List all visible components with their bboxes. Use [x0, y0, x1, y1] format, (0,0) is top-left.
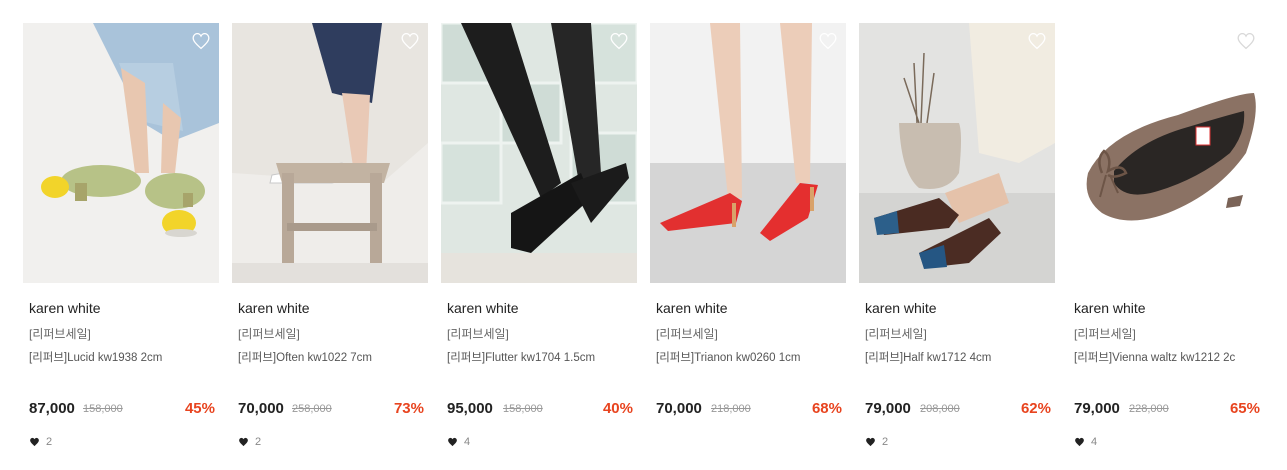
sale-price: 70,000: [238, 400, 284, 417]
brand-name[interactable]: karen white: [656, 300, 728, 316]
like-count-value: 2: [46, 436, 53, 448]
product-name[interactable]: [리퍼브]Often kw1022 7cm: [238, 349, 426, 365]
original-price: 228,000: [1129, 403, 1169, 415]
product-image[interactable]: [859, 23, 1055, 283]
product-card[interactable]: karen white [리퍼브세일] [리퍼브]Flutter kw1704 …: [441, 23, 637, 463]
discount-rate: 68%: [811, 400, 842, 417]
brand-name[interactable]: karen white: [29, 300, 101, 316]
brand-name[interactable]: karen white: [1074, 300, 1146, 316]
product-tag: [리퍼브세일]: [865, 327, 927, 341]
product-tag: [리퍼브세일]: [447, 327, 509, 341]
product-card[interactable]: karen white [리퍼브세일] [리퍼브]Half kw1712 4cm…: [859, 23, 1055, 463]
product-name[interactable]: [리퍼브]Trianon kw0260 1cm: [656, 349, 844, 365]
like-count-value: 2: [882, 436, 889, 448]
product-image[interactable]: [441, 23, 637, 283]
wishlist-heart-icon[interactable]: [609, 32, 629, 50]
like-count: 2: [865, 436, 888, 448]
product-image[interactable]: [650, 23, 846, 283]
product-tag: [리퍼브세일]: [1074, 327, 1136, 341]
product-tag: [리퍼브세일]: [238, 327, 300, 341]
sale-price: 70,000: [656, 400, 702, 417]
original-price: 258,000: [292, 403, 332, 415]
product-image[interactable]: [23, 23, 219, 283]
product-tag: [리퍼브세일]: [29, 327, 91, 341]
original-price: 158,000: [83, 403, 123, 415]
discount-rate: 65%: [1229, 400, 1260, 417]
sale-price: 79,000: [865, 400, 911, 417]
original-price: 208,000: [920, 403, 960, 415]
sale-price: 79,000: [1074, 400, 1120, 417]
discount-rate: 40%: [602, 400, 633, 417]
product-card[interactable]: karen white [리퍼브세일] [리퍼브]Often kw1022 7c…: [232, 23, 428, 463]
like-count: 4: [1074, 436, 1097, 448]
like-count: 4: [447, 436, 470, 448]
original-price: 218,000: [711, 403, 751, 415]
brand-name[interactable]: karen white: [447, 300, 519, 316]
like-count: 2: [29, 436, 52, 448]
like-count-value: 4: [464, 436, 471, 448]
discount-rate: 73%: [393, 400, 424, 417]
heart-filled-icon: [30, 437, 39, 447]
brand-name[interactable]: karen white: [865, 300, 937, 316]
product-card[interactable]: karen white [리퍼브세일] [리퍼브]Trianon kw0260 …: [650, 23, 846, 463]
product-name[interactable]: [리퍼브]Lucid kw1938 2cm: [29, 349, 217, 365]
wishlist-heart-icon[interactable]: [818, 32, 838, 50]
heart-filled-icon: [239, 437, 248, 447]
product-image[interactable]: [232, 23, 428, 283]
sale-price: 87,000: [29, 400, 75, 417]
product-name[interactable]: [리퍼브]Vienna waltz kw1212 2c: [1074, 349, 1262, 365]
heart-filled-icon: [866, 437, 875, 447]
like-count-value: 2: [255, 436, 262, 448]
discount-rate: 45%: [184, 400, 215, 417]
original-price: 158,000: [503, 403, 543, 415]
heart-filled-icon: [448, 437, 457, 447]
product-name[interactable]: [리퍼브]Flutter kw1704 1.5cm: [447, 349, 635, 365]
wishlist-heart-icon[interactable]: [191, 32, 211, 50]
sale-price: 95,000: [447, 400, 493, 417]
product-tag: [리퍼브세일]: [656, 327, 718, 341]
wishlist-heart-icon[interactable]: [400, 32, 420, 50]
like-count-value: 4: [1091, 436, 1098, 448]
like-count: 2: [238, 436, 261, 448]
discount-rate: 62%: [1020, 400, 1051, 417]
product-image[interactable]: [1068, 23, 1264, 283]
wishlist-heart-icon[interactable]: [1236, 32, 1256, 50]
product-card[interactable]: karen white [리퍼브세일] [리퍼브]Lucid kw1938 2c…: [23, 23, 219, 463]
brand-name[interactable]: karen white: [238, 300, 310, 316]
product-name[interactable]: [리퍼브]Half kw1712 4cm: [865, 349, 1053, 365]
wishlist-heart-icon[interactable]: [1027, 32, 1047, 50]
heart-filled-icon: [1075, 437, 1084, 447]
product-card[interactable]: karen white [리퍼브세일] [리퍼브]Vienna waltz kw…: [1068, 23, 1264, 463]
